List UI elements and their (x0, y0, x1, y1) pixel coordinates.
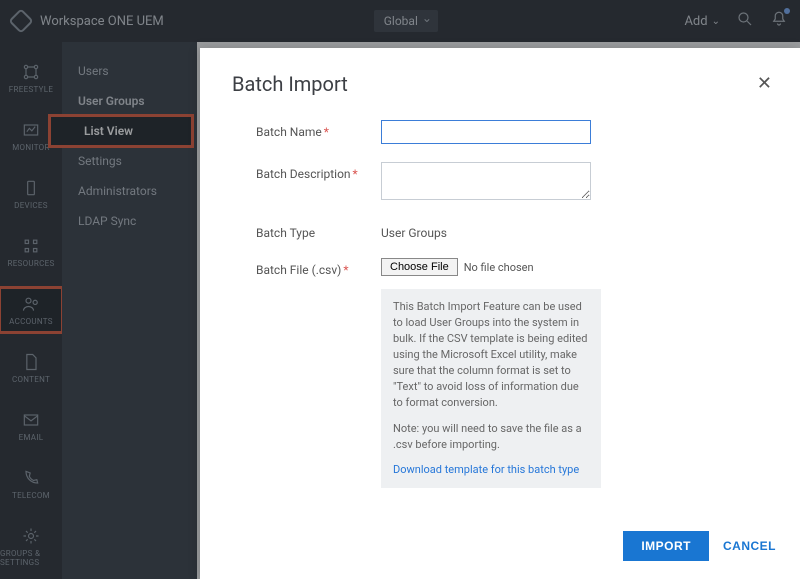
batch-name-label: Batch Name* (256, 120, 381, 139)
import-button[interactable]: IMPORT (623, 531, 709, 561)
info-paragraph-2: Note: you will need to save the file as … (393, 421, 589, 453)
info-paragraph-1: This Batch Import Feature can be used to… (393, 299, 589, 411)
batch-description-input[interactable] (381, 162, 591, 200)
download-template-link[interactable]: Download template for this batch type (393, 463, 579, 476)
cancel-button[interactable]: CANCEL (723, 539, 776, 553)
modal-title: Batch Import (232, 72, 348, 96)
info-box: This Batch Import Feature can be used to… (381, 289, 601, 488)
batch-name-input[interactable] (381, 120, 591, 144)
batch-type-value: User Groups (381, 221, 447, 240)
choose-file-button[interactable]: Choose File (381, 258, 458, 276)
batch-description-label: Batch Description* (256, 162, 381, 181)
batch-file-label: Batch File (.csv)* (256, 258, 381, 277)
batch-import-modal: Batch Import ✕ Batch Name* Batch Descrip… (200, 48, 800, 579)
close-icon[interactable]: ✕ (757, 75, 772, 93)
file-status: No file chosen (464, 261, 534, 274)
batch-type-label: Batch Type (256, 221, 381, 240)
